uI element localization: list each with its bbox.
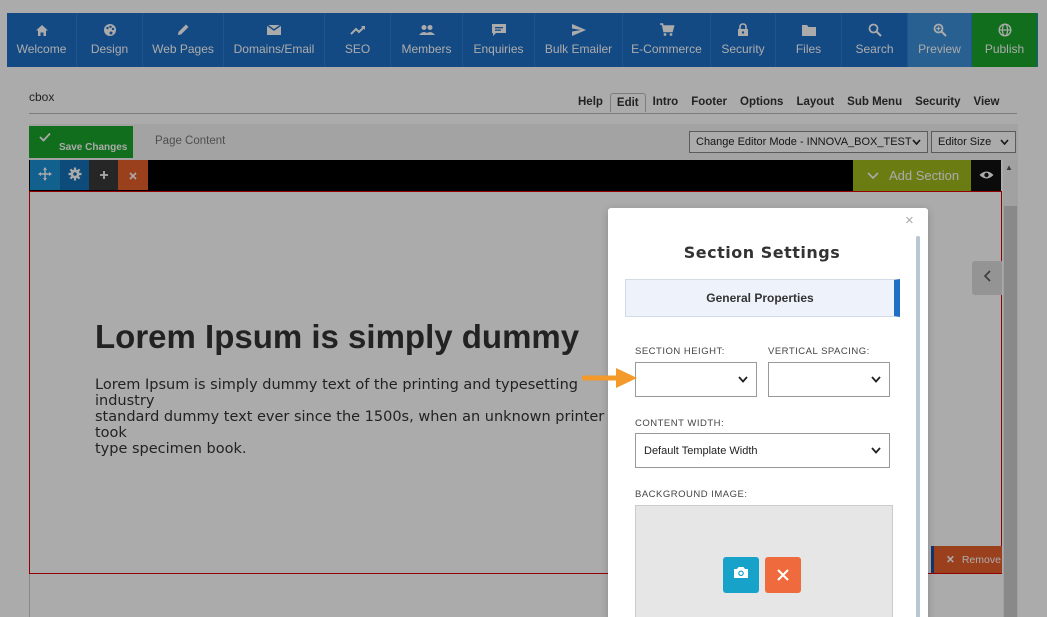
- content-width-select[interactable]: Default Template Width: [635, 433, 890, 468]
- close-icon: [777, 565, 789, 586]
- chevron-down-icon: [871, 374, 881, 386]
- vertical-spacing-label: VERTICAL SPACING:: [768, 346, 870, 357]
- vertical-spacing-select[interactable]: [768, 362, 890, 397]
- chevron-down-icon: [738, 374, 748, 386]
- general-properties-tab[interactable]: General Properties: [625, 279, 900, 317]
- modal-title: Section Settings: [683, 243, 841, 262]
- camera-icon: [733, 566, 749, 584]
- background-image-label: BACKGROUND IMAGE:: [635, 489, 748, 500]
- content-width-value: Default Template Width: [644, 444, 758, 457]
- modal-close-button[interactable]: ×: [905, 212, 914, 229]
- section-height-select[interactable]: [635, 362, 757, 397]
- section-height-label: SECTION HEIGHT:: [635, 346, 725, 357]
- page: Welcome Design Web Pages Domains/Email S…: [0, 0, 1047, 617]
- chevron-down-icon: [871, 445, 881, 457]
- modal-scrollbar-thumb[interactable]: [916, 236, 920, 617]
- remove-image-button[interactable]: [765, 557, 801, 593]
- background-image-preview: [635, 505, 893, 617]
- pointer-arrow-icon: [581, 366, 638, 395]
- select-image-button[interactable]: [723, 557, 759, 593]
- content-width-label: CONTENT WIDTH:: [635, 418, 725, 429]
